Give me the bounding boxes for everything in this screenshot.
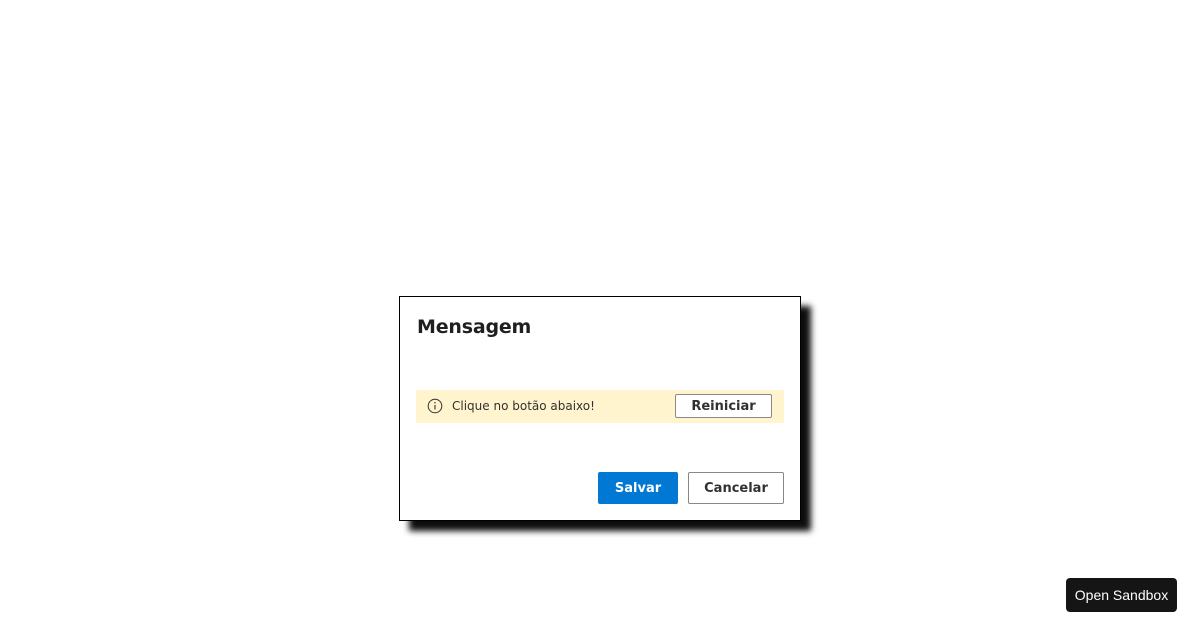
- reset-button[interactable]: Reiniciar: [675, 394, 772, 418]
- save-button[interactable]: Salvar: [598, 472, 678, 504]
- message-text: Clique no botão abaixo!: [452, 399, 595, 413]
- cancel-button[interactable]: Cancelar: [688, 472, 784, 504]
- message-bar: Clique no botão abaixo! Reiniciar: [416, 390, 784, 423]
- page: Mensagem Clique no botão abaixo! Reinici…: [0, 0, 1200, 630]
- open-sandbox-button[interactable]: Open Sandbox: [1066, 578, 1177, 612]
- message-dialog: Mensagem Clique no botão abaixo! Reinici…: [399, 296, 801, 521]
- dialog-title: Mensagem: [417, 316, 532, 338]
- info-icon: [427, 398, 443, 414]
